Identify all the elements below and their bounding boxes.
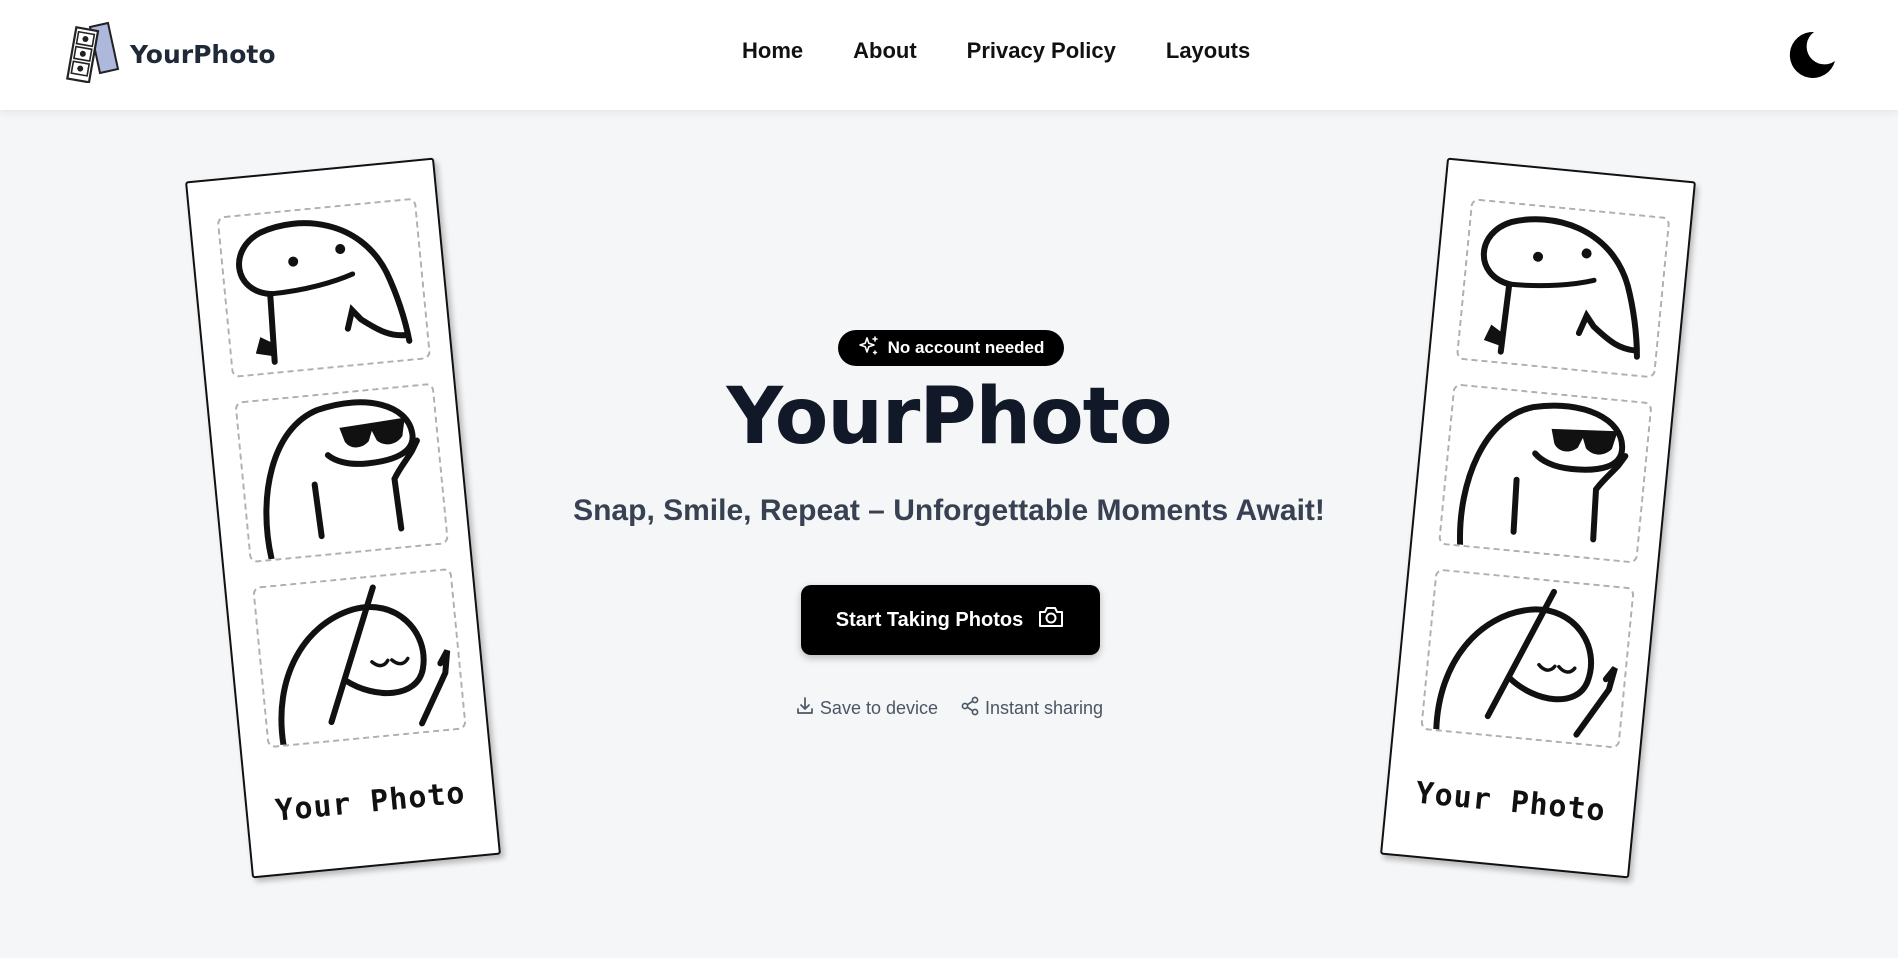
strip-label: Your Photo	[1414, 775, 1608, 829]
brand-link[interactable]: YourPhoto	[64, 21, 276, 88]
nav-link-about[interactable]: About	[853, 38, 917, 64]
thumbs-up-character-frame	[1455, 198, 1671, 379]
download-icon	[795, 696, 815, 721]
nav-link-home[interactable]: Home	[742, 38, 803, 64]
brand-name: YourPhoto	[130, 39, 276, 69]
navbar: YourPhoto Home About Privacy Policy Layo…	[0, 0, 1898, 110]
feature-instant-sharing: Instant sharing	[960, 696, 1103, 721]
feature-save-to-device: Save to device	[795, 696, 938, 721]
feature-label: Instant sharing	[985, 698, 1104, 718]
thumbs-up-character-frame	[216, 197, 432, 378]
photo-strip-logo-icon	[64, 21, 120, 88]
waving-character-frame	[1420, 568, 1635, 749]
feature-label: Save to device	[819, 698, 938, 718]
nav-link-privacy-policy[interactable]: Privacy Policy	[967, 38, 1116, 64]
moon-icon	[1784, 31, 1838, 86]
start-taking-photos-button[interactable]: Start Taking Photos	[801, 585, 1100, 655]
strip-label: Your Photo	[273, 775, 467, 829]
sparkles-icon	[858, 335, 880, 362]
badge-label: No account needed	[887, 338, 1045, 357]
main-nav: Home About Privacy Policy Layouts	[742, 38, 1250, 64]
cta-label: Start Taking Photos	[835, 608, 1024, 631]
theme-toggle-button[interactable]	[1784, 28, 1838, 82]
waving-character-frame	[252, 567, 467, 749]
hero-title: YourPhoto	[726, 372, 1172, 462]
no-account-badge: No account needed	[838, 330, 1064, 366]
feature-list: Save to device Instant sharing	[0, 696, 1898, 721]
camera-icon	[1037, 605, 1065, 635]
share-icon	[960, 696, 980, 721]
hero-subtitle: Snap, Smile, Repeat – Unforgettable Mome…	[573, 494, 1325, 527]
nav-link-layouts[interactable]: Layouts	[1166, 38, 1250, 64]
